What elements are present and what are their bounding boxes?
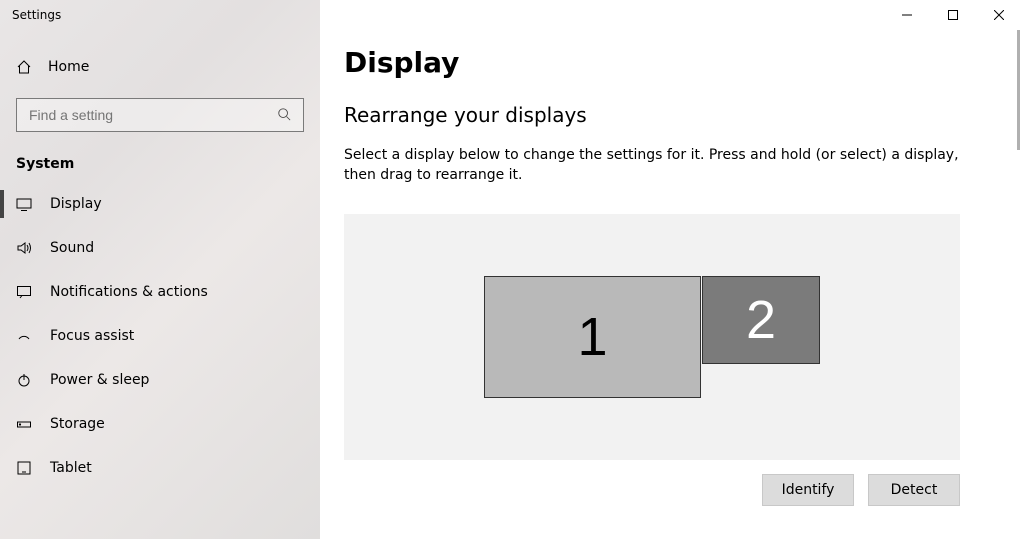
focus-assist-icon bbox=[16, 328, 36, 344]
display-action-buttons: Identify Detect bbox=[344, 474, 960, 506]
sidebar-item-label: Tablet bbox=[50, 460, 92, 476]
sidebar-item-display[interactable]: Display bbox=[0, 182, 320, 226]
maximize-button[interactable] bbox=[930, 0, 976, 30]
page-title: Display bbox=[344, 46, 990, 79]
monitor-label: 1 bbox=[577, 306, 607, 368]
scrollbar-thumb[interactable] bbox=[1017, 30, 1020, 150]
monitor-1[interactable]: 1 bbox=[484, 276, 701, 398]
scrollbar[interactable] bbox=[1008, 30, 1022, 539]
titlebar: Settings bbox=[0, 0, 1022, 30]
monitor-label: 2 bbox=[746, 289, 776, 351]
sidebar-item-tablet[interactable]: Tablet bbox=[0, 446, 320, 490]
window-controls bbox=[884, 0, 1022, 30]
search-icon bbox=[277, 107, 293, 123]
button-label: Detect bbox=[891, 482, 938, 498]
sidebar-item-notifications[interactable]: Notifications & actions bbox=[0, 270, 320, 314]
content-pane: Display Rearrange your displays Select a… bbox=[320, 0, 1022, 539]
close-button[interactable] bbox=[976, 0, 1022, 30]
section-heading-rearrange: Rearrange your displays bbox=[344, 103, 990, 127]
power-icon bbox=[16, 372, 36, 388]
tablet-icon bbox=[16, 460, 36, 476]
sidebar-item-focus-assist[interactable]: Focus assist bbox=[0, 314, 320, 358]
sidebar-item-power-sleep[interactable]: Power & sleep bbox=[0, 358, 320, 402]
sound-icon bbox=[16, 240, 36, 256]
sidebar-section-label: System bbox=[0, 146, 320, 182]
display-icon bbox=[16, 196, 36, 212]
sidebar-nav: Display Sound No bbox=[0, 182, 320, 490]
sidebar-item-label: Focus assist bbox=[50, 328, 134, 344]
search-input[interactable] bbox=[27, 106, 277, 124]
sidebar-home-label: Home bbox=[48, 59, 89, 75]
notifications-icon bbox=[16, 284, 36, 300]
monitor-2[interactable]: 2 bbox=[702, 276, 820, 364]
minimize-button[interactable] bbox=[884, 0, 930, 30]
identify-button[interactable]: Identify bbox=[762, 474, 854, 506]
sidebar-home[interactable]: Home bbox=[0, 48, 320, 86]
search-box[interactable] bbox=[16, 98, 304, 132]
sidebar-item-label: Sound bbox=[50, 240, 94, 256]
sidebar-item-label: Notifications & actions bbox=[50, 284, 208, 300]
sidebar-item-label: Power & sleep bbox=[50, 372, 149, 388]
storage-icon bbox=[16, 416, 36, 432]
section-description: Select a display below to change the set… bbox=[344, 145, 964, 186]
display-arrangement-area[interactable]: 1 2 bbox=[344, 214, 960, 460]
sidebar: Home System Displa bbox=[0, 0, 320, 539]
window-title: Settings bbox=[12, 8, 61, 22]
sidebar-item-storage[interactable]: Storage bbox=[0, 402, 320, 446]
sidebar-item-sound[interactable]: Sound bbox=[0, 226, 320, 270]
button-label: Identify bbox=[782, 482, 835, 498]
sidebar-item-label: Storage bbox=[50, 416, 105, 432]
detect-button[interactable]: Detect bbox=[868, 474, 960, 506]
sidebar-item-label: Display bbox=[50, 196, 102, 212]
home-icon bbox=[16, 59, 36, 75]
